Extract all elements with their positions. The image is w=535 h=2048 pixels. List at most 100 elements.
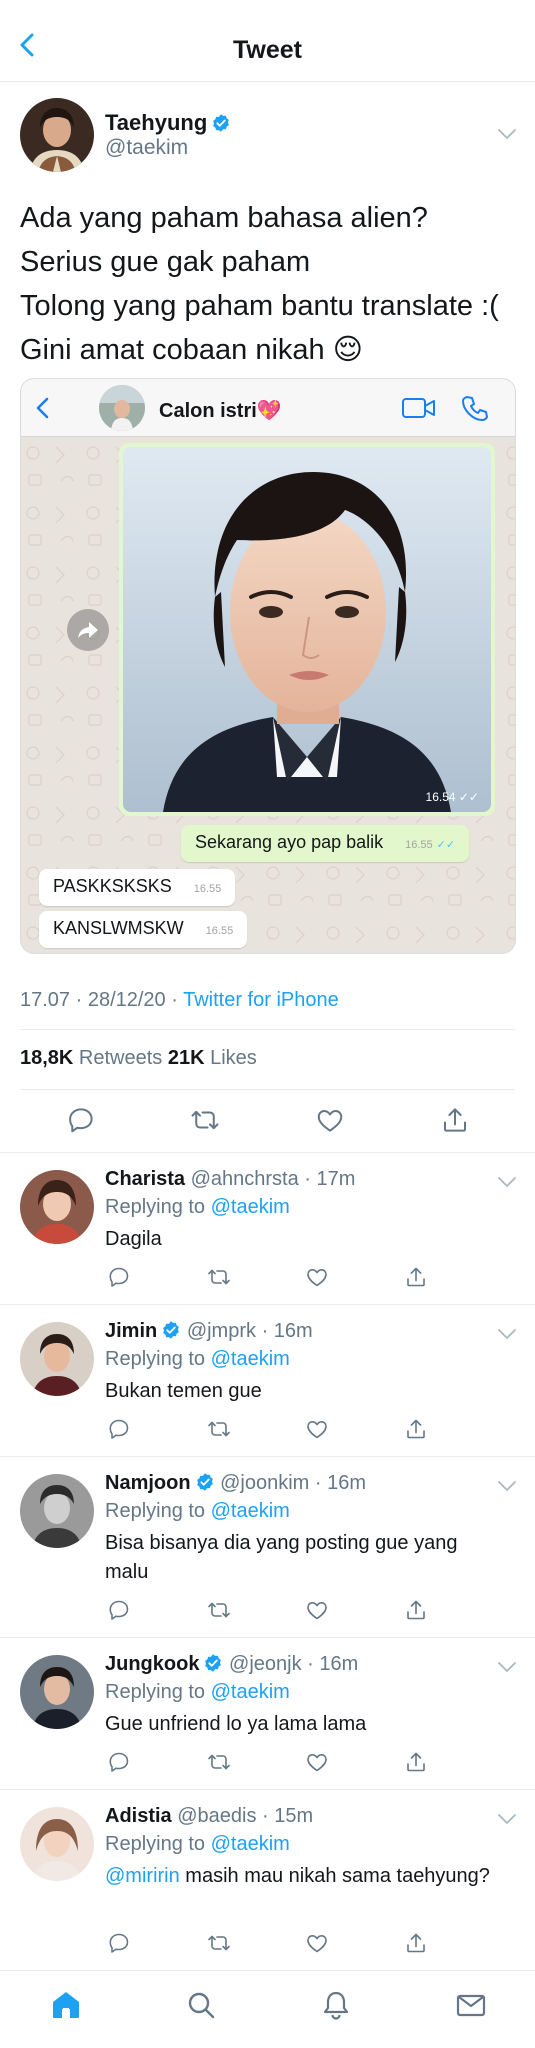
mention-link[interactable]: @miririn [105, 1865, 180, 1887]
reply-header: Namjoon @joonkim · 16m [105, 1472, 367, 1494]
tweet-source-link[interactable]: Twitter for iPhone [183, 989, 339, 1011]
chat-back-icon [36, 397, 49, 419]
chat-photo: 16.54 ✓✓ [123, 447, 491, 812]
video-call-icon [402, 398, 435, 418]
tweet-text-line: Serius gue gak paham [20, 246, 311, 278]
share-icon[interactable] [404, 1598, 428, 1622]
replying-to-link[interactable]: @taekim [211, 1500, 290, 1522]
retweet-icon[interactable] [207, 1931, 231, 1955]
retweet-icon[interactable] [207, 1417, 231, 1441]
divider [20, 1089, 515, 1090]
retweet-icon[interactable] [207, 1750, 231, 1774]
replying-to-link[interactable]: @taekim [211, 1196, 290, 1218]
like-icon[interactable] [305, 1598, 329, 1622]
chat-message-out: Sekarang ayo pap balik 16.55 ✓✓ [181, 825, 470, 862]
reply-avatar[interactable] [20, 1474, 94, 1548]
replying-to: Replying to @taekim [105, 1500, 290, 1522]
retweets-label[interactable]: Retweets [73, 1047, 167, 1069]
reply-icon[interactable] [66, 1105, 96, 1135]
reply-icon[interactable] [107, 1598, 131, 1622]
top-bar: Tweet [0, 0, 535, 82]
author-name-row[interactable]: Taehyung [105, 110, 231, 136]
like-icon[interactable] [305, 1417, 329, 1441]
divider [0, 1789, 535, 1790]
replying-to: Replying to @taekim [105, 1681, 290, 1703]
replying-to: Replying to @taekim [105, 1833, 290, 1855]
chevron-down-icon[interactable] [497, 1175, 517, 1189]
tweet-text: Ada yang paham bahasa alien? Serius gue … [20, 196, 520, 372]
tweet-text-line: Ada yang paham bahasa alien? [20, 202, 428, 234]
bottom-nav [0, 1970, 535, 2048]
reply-header: Jungkook @jeonjk · 16m [105, 1653, 359, 1675]
verified-badge-icon [203, 1653, 223, 1673]
replying-to-link[interactable]: @taekim [211, 1833, 290, 1855]
divider [0, 1304, 535, 1305]
reply-avatar[interactable] [20, 1655, 94, 1729]
reply-avatar[interactable] [20, 1807, 94, 1881]
reply-header: Charista @ahnchrsta · 17m [105, 1168, 356, 1190]
reply-header: Adistia @baedis · 15m [105, 1805, 314, 1827]
retweet-icon[interactable] [190, 1105, 220, 1135]
chevron-down-icon[interactable] [497, 1812, 517, 1826]
reply-text: Gue unfriend lo ya lama lama [105, 1713, 367, 1735]
search-icon[interactable] [185, 1989, 217, 2021]
reply-header: Jimin @jmprk · 16m [105, 1320, 313, 1342]
replying-to: Replying to @taekim [105, 1348, 290, 1370]
messages-icon[interactable] [455, 1989, 487, 2021]
verified-badge-icon [211, 113, 231, 133]
retweet-icon[interactable] [207, 1265, 231, 1289]
chevron-down-icon[interactable] [497, 1660, 517, 1674]
reply-text: Dagila [105, 1228, 162, 1250]
reply-icon[interactable] [107, 1931, 131, 1955]
author-name[interactable]: Taehyung [105, 110, 207, 135]
chat-message-in: PASKKSKSKS 16.55 [39, 869, 236, 906]
chat-contact-avatar [99, 385, 145, 431]
notifications-icon[interactable] [320, 1989, 352, 2021]
tweet-text-line: Gini amat cobaan nikah 😌 [20, 334, 363, 366]
phone-call-icon [462, 396, 488, 421]
author-avatar[interactable] [20, 98, 94, 172]
like-icon[interactable] [315, 1105, 345, 1135]
like-icon[interactable] [305, 1931, 329, 1955]
reply-avatar[interactable] [20, 1322, 94, 1396]
divider [0, 1637, 535, 1638]
page-title: Tweet [233, 36, 302, 64]
chevron-down-icon[interactable] [497, 1327, 517, 1341]
chat-contact-name: Calon istri💖 [159, 400, 282, 422]
replying-to-link[interactable]: @taekim [211, 1348, 290, 1370]
photo-timestamp: 16.54 ✓✓ [425, 790, 479, 804]
tweet-text-line: Tolong yang paham bantu translate :( [20, 290, 499, 322]
reply-icon[interactable] [107, 1417, 131, 1441]
divider [0, 1456, 535, 1457]
like-icon[interactable] [305, 1750, 329, 1774]
chevron-down-icon[interactable] [497, 127, 517, 141]
reply-icon[interactable] [107, 1750, 131, 1774]
like-icon[interactable] [305, 1265, 329, 1289]
replying-to-link[interactable]: @taekim [211, 1681, 290, 1703]
likes-label[interactable]: Likes [205, 1047, 257, 1069]
likes-count[interactable]: 21K [168, 1047, 205, 1069]
divider [0, 1152, 535, 1153]
share-icon[interactable] [404, 1417, 428, 1441]
retweet-icon[interactable] [207, 1598, 231, 1622]
reply-avatar[interactable] [20, 1170, 94, 1244]
tweet-stats: 18,8K Retweets 21K Likes [20, 1047, 257, 1070]
share-icon[interactable] [440, 1105, 470, 1135]
author-handle[interactable]: @taekim [105, 136, 188, 160]
chat-photo-message: 16.54 ✓✓ [119, 443, 495, 816]
tweet-timestamp: 17.07 · 28/12/20 · Twitter for iPhone [20, 989, 339, 1011]
replying-to: Replying to @taekim [105, 1196, 290, 1218]
share-icon[interactable] [404, 1265, 428, 1289]
home-icon[interactable] [50, 1989, 82, 2021]
chat-message-in: KANSLWMSKW 16.55 [39, 911, 248, 948]
divider [20, 1029, 515, 1030]
retweets-count[interactable]: 18,8K [20, 1047, 73, 1069]
reply-icon[interactable] [107, 1265, 131, 1289]
share-icon[interactable] [404, 1931, 428, 1955]
tweet-media-image[interactable]: Calon istri💖 16.54 ✓✓ Sekarang ayo pap b… [20, 378, 516, 954]
share-icon[interactable] [404, 1750, 428, 1774]
chevron-down-icon[interactable] [497, 1479, 517, 1493]
forward-icon [67, 609, 109, 651]
reply-text: Bukan temen gue [105, 1380, 262, 1402]
reply-text: Bisa bisanya dia yang posting gue yang m… [105, 1532, 458, 1583]
